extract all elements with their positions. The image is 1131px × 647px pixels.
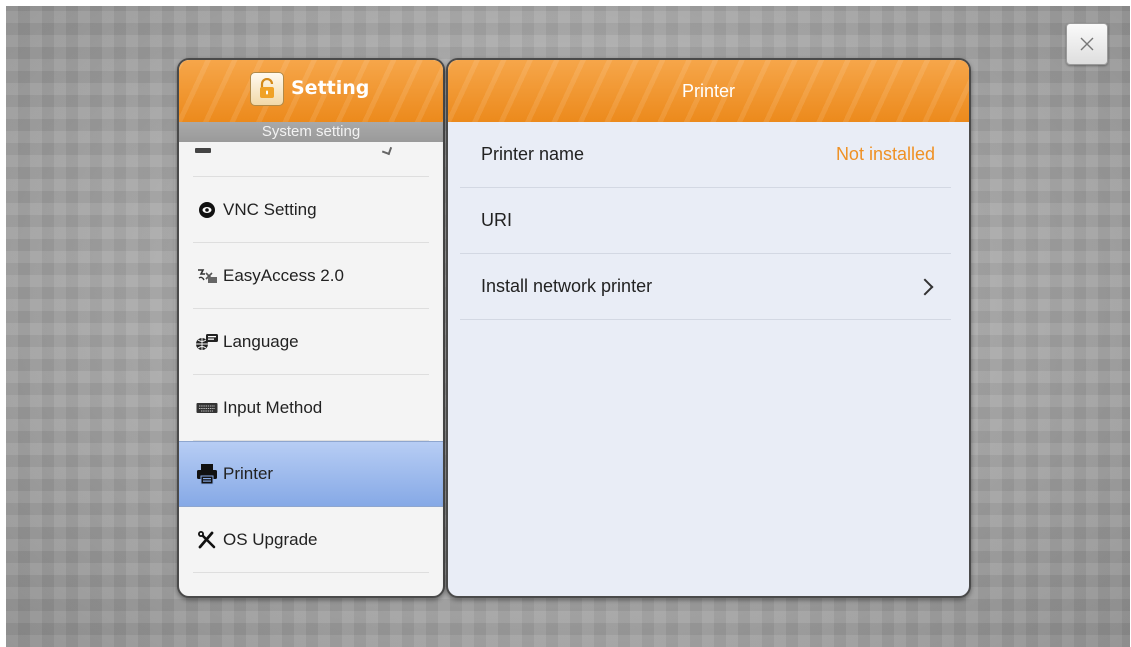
sidebar-item-label: Input Method: [223, 398, 323, 417]
install-network-printer-row[interactable]: Install network printer: [460, 254, 951, 320]
sidebar-item-label: Printer: [223, 464, 274, 483]
row-label: Install network printer: [481, 276, 653, 296]
row-label: Printer name: [481, 144, 585, 164]
sidebar-item-label: VNC Setting: [223, 200, 317, 219]
printer-panel: Printer Printer name Not installed URI I…: [446, 58, 971, 598]
easyaccess-icon: [195, 265, 219, 287]
lock-button[interactable]: [250, 72, 284, 106]
printer-name-row[interactable]: Printer name Not installed: [460, 122, 951, 188]
uri-row[interactable]: URI: [460, 188, 951, 254]
tools-icon: [195, 529, 219, 551]
keyboard-icon: [195, 397, 219, 419]
sidebar-item-label: Language: [223, 332, 299, 351]
sidebar-header: Setting: [179, 60, 443, 122]
sidebar-item-vnc-setting[interactable]: VNC Setting: [179, 177, 443, 243]
vnc-icon: [195, 199, 219, 221]
list-item-partial[interactable]: [193, 142, 429, 177]
close-icon: [1080, 37, 1094, 51]
printer-settings-list: Printer name Not installed URI Install n…: [460, 122, 951, 320]
sidebar-item-input-method[interactable]: Input Method: [179, 375, 443, 441]
partial-item-icon: [195, 148, 211, 153]
sidebar-item-language[interactable]: Language: [179, 309, 443, 375]
section-header: System setting: [179, 122, 443, 142]
sidebar-item-printer[interactable]: Printer: [179, 441, 443, 507]
chevron-right-icon: [916, 278, 934, 295]
panel-title: Printer: [448, 60, 969, 122]
printer-name-value: Not installed: [835, 144, 935, 164]
sidebar-item-os-upgrade[interactable]: OS Upgrade: [179, 507, 443, 573]
settings-sidebar: Setting System setting VNC Setting EasyA…: [177, 58, 445, 598]
sidebar-list: VNC Setting EasyAccess 2.0 Language Inpu…: [179, 142, 443, 573]
partial-item-glyph: [381, 144, 393, 156]
printer-icon: [195, 463, 219, 485]
sidebar-item-easyaccess[interactable]: EasyAccess 2.0: [179, 243, 443, 309]
lock-icon: [260, 78, 274, 98]
sidebar-title: Setting: [291, 77, 370, 99]
row-label: URI: [481, 210, 512, 230]
close-button[interactable]: [1066, 23, 1108, 65]
sidebar-item-label: EasyAccess 2.0: [223, 266, 344, 285]
sidebar-item-label: OS Upgrade: [223, 530, 318, 549]
language-icon: [195, 331, 219, 353]
